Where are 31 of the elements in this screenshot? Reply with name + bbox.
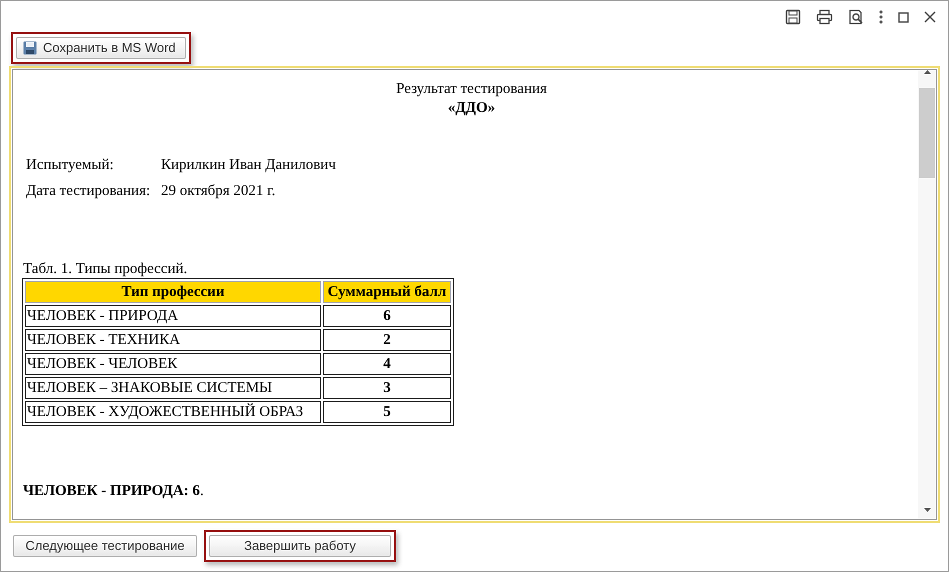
preview-icon[interactable]: [848, 9, 864, 25]
field-label: Дата тестирования:: [26, 182, 152, 201]
field-label: Испытуемый:: [26, 156, 115, 175]
next-test-button[interactable]: Следующее тестирование: [13, 535, 197, 557]
scrollbar[interactable]: [918, 70, 936, 519]
table-cell: ЧЕЛОВЕК – ЗНАКОВЫЕ СИСТЕМЫ: [25, 377, 321, 399]
report-title: Результат тестирования: [396, 80, 547, 99]
table-cell: 2: [323, 329, 451, 351]
conclusion-text: ЧЕЛОВЕК - ПРИРОДА: 6.: [23, 483, 204, 499]
table-cell: 4: [323, 353, 451, 375]
field-value: 29 октября 2021 г.: [161, 182, 276, 201]
table-cell: ЧЕЛОВЕК - ТЕХНИКА: [25, 329, 321, 351]
table-cell: 3: [323, 377, 451, 399]
print-icon[interactable]: [816, 9, 833, 25]
report-subtitle: «ДДО»: [448, 99, 496, 118]
more-icon[interactable]: [879, 10, 883, 24]
maximize-icon[interactable]: [898, 12, 909, 22]
table-cell: ЧЕЛОВЕК - ХУДОЖЕСТВЕННЫЙ ОБРАЗ: [25, 401, 321, 423]
table-cell: 6: [323, 305, 451, 327]
scrollbar-thumb[interactable]: [919, 88, 935, 178]
field-value: Кирилкин Иван Данилович: [161, 156, 336, 175]
table-cell: 5: [323, 401, 451, 423]
column-header: Тип профессии: [25, 281, 321, 303]
save-to-word-button[interactable]: Сохранить в MS Word: [16, 37, 186, 59]
close-icon[interactable]: [924, 11, 936, 23]
column-header: Суммарный балл: [323, 281, 451, 303]
finish-button[interactable]: Завершить работу: [209, 535, 391, 557]
table-cell: ЧЕЛОВЕК - ЧЕЛОВЕК: [25, 353, 321, 375]
table-caption: Табл. 1. Типы профессий.: [23, 261, 188, 277]
save-icon[interactable]: [785, 9, 801, 25]
table-cell: ЧЕЛОВЕК - ПРИРОДА: [25, 305, 321, 327]
